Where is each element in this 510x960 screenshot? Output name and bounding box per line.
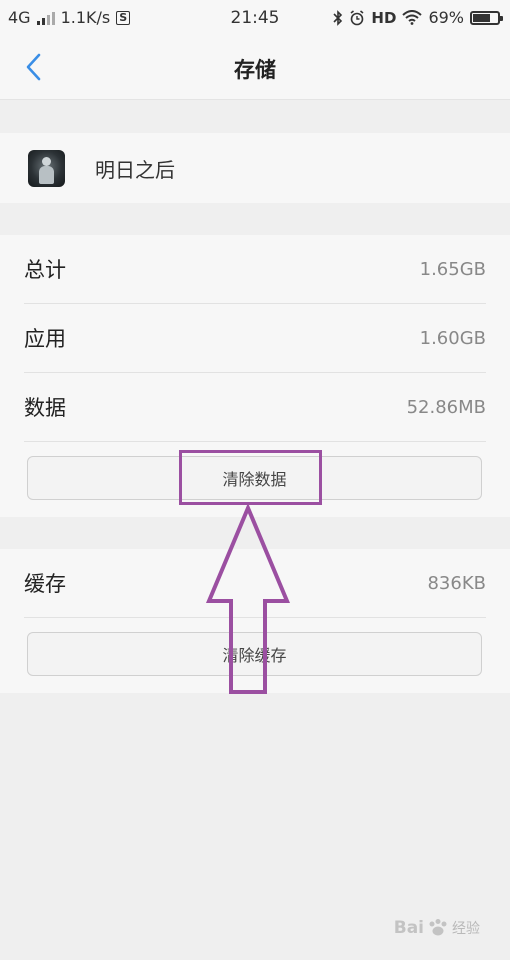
row-value: 836KB [427,572,486,594]
back-button[interactable] [18,50,52,84]
row-app: 应用 1.60GB [0,304,510,372]
row-label: 应用 [24,327,66,351]
watermark: Bai 经验 [394,918,480,938]
hd-indicator: HD [371,8,397,27]
row-value: 1.60GB [419,327,486,349]
cache-card: 缓存 836KB 清除缓存 [0,549,510,693]
row-data: 数据 52.86MB [0,373,510,441]
bluetooth-icon [333,9,343,26]
row-label: 总计 [24,258,66,282]
divider [24,617,486,618]
nav-bar: 存储 [0,36,510,100]
row-total: 总计 1.65GB [0,235,510,303]
row-label: 数据 [24,396,66,420]
app-icon [28,149,65,187]
watermark-text-2: 经验 [452,921,480,937]
row-value: 1.65GB [419,258,486,280]
clear-cache-button[interactable]: 清除缓存 [27,632,482,676]
app-name: 明日之后 [95,157,175,182]
watermark-text: Bai [393,918,424,938]
page-title: 存储 [234,58,276,82]
app-info-row: 明日之后 [0,133,510,203]
status-bar: 4G 1.1K/s S 21:45 HD 69% [0,0,510,36]
wifi-icon [402,10,423,25]
row-label: 缓存 [24,572,66,596]
divider [24,441,486,442]
clear-data-button[interactable]: 清除数据 [27,456,482,500]
status-right: HD 69% [333,8,503,27]
battery-percent: 69% [428,8,464,27]
row-cache: 缓存 836KB [0,549,510,617]
chevron-left-icon [26,53,41,81]
alarm-icon [350,9,364,25]
storage-card: 总计 1.65GB 应用 1.60GB 数据 52.86MB 清除数据 [0,235,510,517]
battery-icon [470,10,503,25]
row-value: 52.86MB [406,396,486,418]
paw-icon [429,919,447,936]
battery-level [473,13,490,22]
